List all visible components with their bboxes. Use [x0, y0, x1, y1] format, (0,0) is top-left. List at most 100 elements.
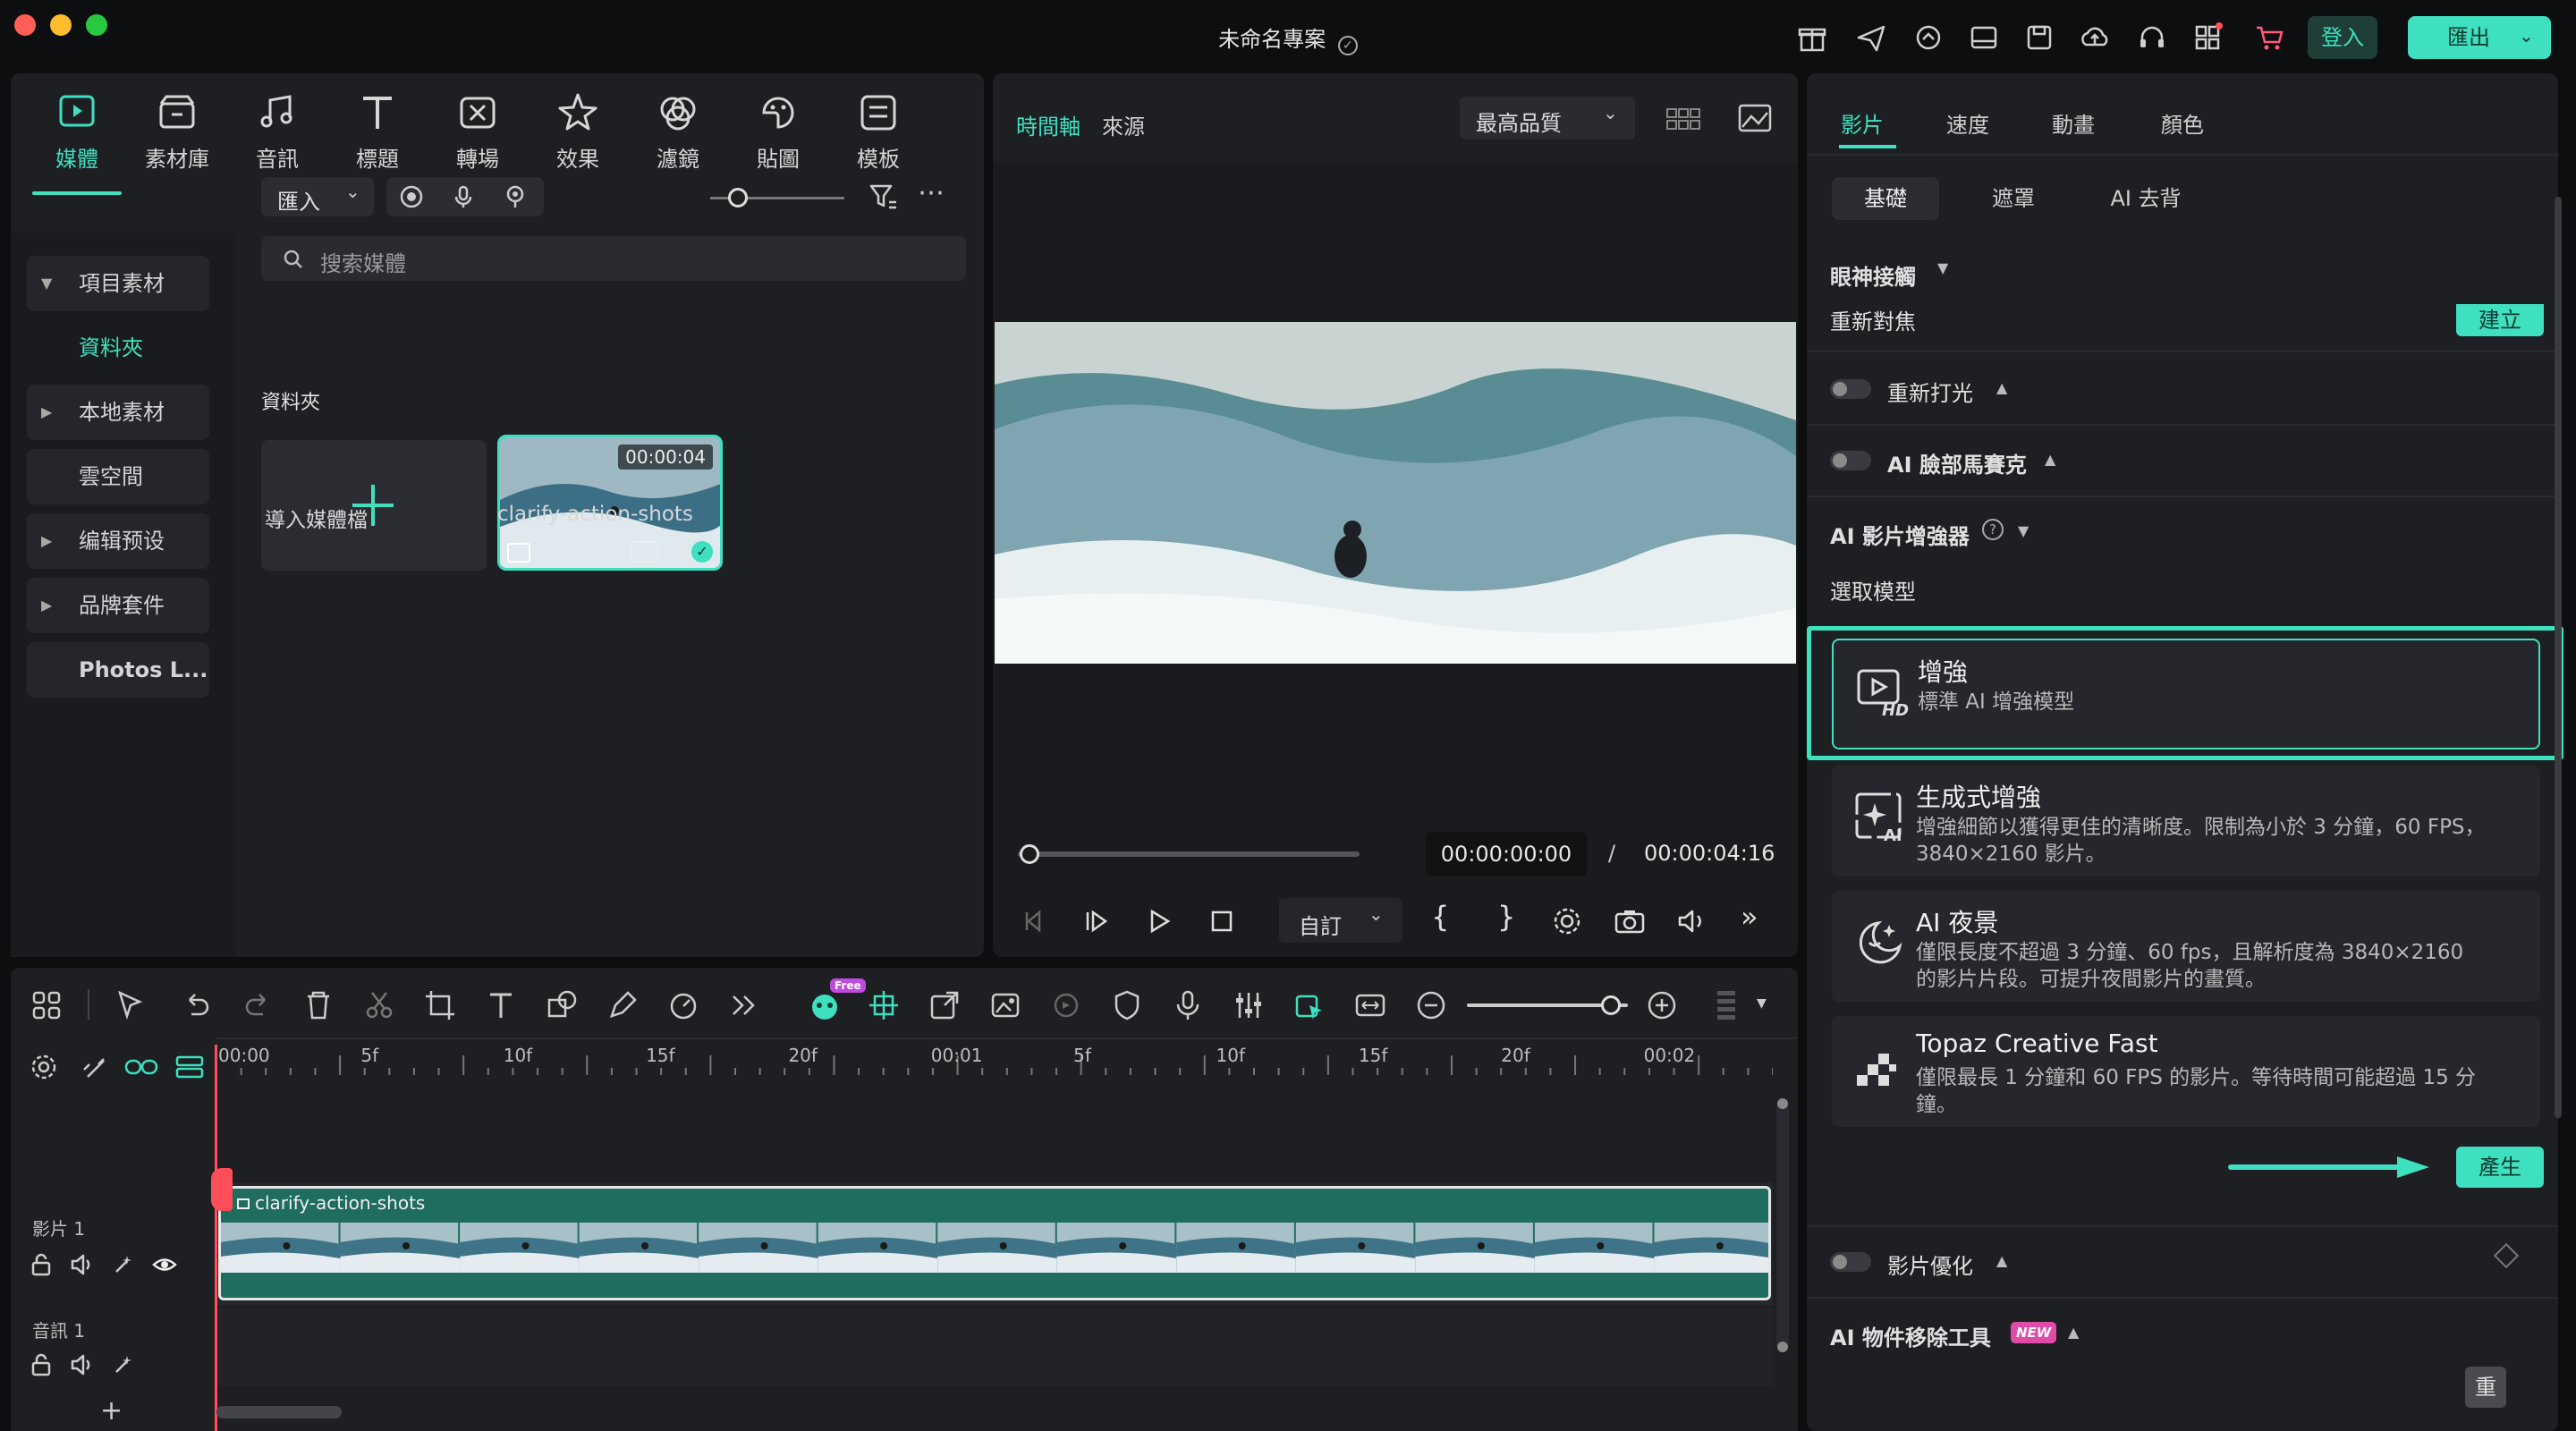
- sidebar-item-folder[interactable]: 資料夾: [27, 320, 209, 376]
- volume-icon[interactable]: [1676, 907, 1708, 936]
- tab-title[interactable]: 標題: [333, 82, 422, 190]
- select-tool-icon[interactable]: [113, 987, 148, 1023]
- smart-edit-icon[interactable]: [1292, 987, 1327, 1023]
- tab-sticker[interactable]: 貼圖: [733, 82, 823, 190]
- sidebar-item-brand-kit[interactable]: ▶ 品牌套件: [27, 578, 209, 633]
- props-scrollbar[interactable]: [2555, 197, 2562, 1118]
- model-card-enhance[interactable]: HD 增強 標準 AI 增強模型: [1832, 639, 2540, 749]
- model-card-night[interactable]: AI 夜景 僅限長度不超過 3 分鐘、60 fps，且解析度為 3840×216…: [1832, 891, 2540, 1002]
- subtab-ai-cutout[interactable]: AI 去背: [2079, 177, 2213, 220]
- zoom-in-icon[interactable]: [1644, 987, 1680, 1023]
- settings-icon[interactable]: [1551, 905, 1583, 937]
- eye-icon[interactable]: [152, 1252, 177, 1277]
- model-card-topaz[interactable]: Topaz Creative Fast 僅限最長 1 分鐘和 60 FPS 的影…: [1832, 1016, 2540, 1127]
- subtab-basic[interactable]: 基礎: [1832, 177, 1939, 220]
- grid-view-icon[interactable]: [1665, 106, 1701, 132]
- link-icon[interactable]: [123, 1052, 159, 1082]
- import-dropdown[interactable]: 匯入 ⌄: [261, 177, 374, 216]
- tab-animation[interactable]: 動畫: [2052, 107, 2095, 139]
- scrubber-handle[interactable]: [1020, 844, 1039, 864]
- tab-color[interactable]: 顏色: [2161, 107, 2204, 139]
- headset-icon[interactable]: [2134, 20, 2170, 55]
- magic-wand-icon[interactable]: [111, 1252, 136, 1277]
- generate-button[interactable]: 產生: [2456, 1147, 2544, 1188]
- layout-icon[interactable]: [1966, 20, 2002, 55]
- tab-media[interactable]: 媒體: [32, 82, 122, 190]
- record-screen-icon[interactable]: [399, 184, 424, 209]
- sidebar-item-local-media[interactable]: ▶ 本地素材: [27, 385, 209, 440]
- search-input[interactable]: 搜索媒體: [261, 236, 966, 281]
- create-button[interactable]: 建立: [2456, 304, 2544, 336]
- lock-icon[interactable]: [29, 1352, 54, 1377]
- face-mosaic-toggle[interactable]: [1830, 451, 1871, 470]
- track-link-icon[interactable]: [174, 1052, 206, 1082]
- caret-up-icon[interactable]: ▲: [1996, 1252, 2007, 1269]
- layout-grid-icon[interactable]: [29, 987, 64, 1023]
- previous-frame-icon[interactable]: [1020, 907, 1048, 936]
- play-icon[interactable]: [1145, 907, 1174, 936]
- magic-wand-icon[interactable]: [111, 1352, 136, 1377]
- apps-grid-icon[interactable]: [2190, 20, 2225, 55]
- shield-icon[interactable]: [1109, 987, 1145, 1023]
- tab-filter[interactable]: 濾鏡: [633, 82, 723, 190]
- cloud-sync-icon[interactable]: [1911, 20, 1946, 55]
- playhead[interactable]: [215, 1045, 217, 1431]
- speed-icon[interactable]: [665, 987, 701, 1023]
- timeline-zoom-slider[interactable]: [1467, 995, 1628, 1015]
- login-button[interactable]: 登入: [2308, 16, 2377, 59]
- audio-mixer-icon[interactable]: [1231, 987, 1267, 1023]
- tab-audio[interactable]: 音訊: [233, 82, 322, 190]
- reset-button[interactable]: 重: [2465, 1367, 2506, 1408]
- export-button[interactable]: 匯出 ⌄: [2408, 16, 2551, 59]
- caret-up-icon[interactable]: ▲: [2045, 451, 2055, 468]
- pen-icon[interactable]: [605, 987, 640, 1023]
- add-track-icon[interactable]: +: [100, 1395, 123, 1427]
- thumbnail-size-slider[interactable]: [710, 188, 844, 207]
- playback-scrubber[interactable]: [1018, 851, 1360, 857]
- caret-down-icon[interactable]: ▼: [2018, 522, 2029, 539]
- auto-beat-icon[interactable]: [866, 987, 902, 1023]
- caret-down-icon[interactable]: ▼: [1937, 259, 1948, 276]
- crop-icon[interactable]: [422, 987, 458, 1023]
- tab-template[interactable]: 模板: [834, 82, 923, 190]
- mic-record-icon[interactable]: [1170, 987, 1206, 1023]
- caret-up-icon[interactable]: ▲: [2068, 1324, 2079, 1341]
- next-frame-icon[interactable]: [1082, 907, 1111, 936]
- time-ruler[interactable]: [216, 1037, 1773, 1091]
- split-icon[interactable]: [361, 987, 397, 1023]
- cart-icon[interactable]: [2252, 20, 2288, 55]
- sidebar-item-project-media[interactable]: ▼ 項目素材: [27, 256, 209, 311]
- timeline-horizontal-scrollbar[interactable]: [216, 1406, 342, 1418]
- tab-effects[interactable]: 效果: [533, 82, 623, 190]
- gift-icon[interactable]: [1794, 20, 1830, 55]
- track-settings-icon[interactable]: [29, 1052, 59, 1082]
- camera-icon[interactable]: [1614, 907, 1646, 936]
- subtab-mask[interactable]: 遮罩: [1966, 177, 2061, 220]
- zoom-dropdown[interactable]: 自訂 ⌄: [1279, 898, 1402, 943]
- text-tool-icon[interactable]: [483, 987, 519, 1023]
- relight-toggle[interactable]: [1830, 379, 1871, 399]
- tab-video[interactable]: 影片: [1841, 107, 1884, 139]
- volume-icon[interactable]: [70, 1252, 95, 1277]
- unlink-icon[interactable]: [79, 1052, 109, 1082]
- motion-track-icon[interactable]: [1048, 987, 1084, 1023]
- tab-transition[interactable]: 轉場: [433, 82, 522, 190]
- zoom-out-icon[interactable]: [1413, 987, 1449, 1023]
- video-optimize-toggle[interactable]: [1830, 1252, 1871, 1272]
- quality-dropdown[interactable]: 最高品質 ⌄: [1460, 97, 1635, 140]
- tab-timeline[interactable]: 時間軸: [1016, 109, 1080, 140]
- delete-icon[interactable]: [301, 987, 336, 1023]
- tab-source[interactable]: 來源: [1102, 109, 1145, 140]
- tab-speed[interactable]: 速度: [1946, 107, 1989, 139]
- tab-stock[interactable]: 素材庫: [132, 82, 222, 190]
- timeline-vertical-scrollbar[interactable]: [1776, 1098, 1789, 1352]
- filter-icon[interactable]: [868, 181, 900, 213]
- shape-icon[interactable]: [544, 987, 580, 1023]
- send-icon[interactable]: [1853, 20, 1889, 55]
- redo-icon[interactable]: [240, 987, 275, 1023]
- mark-out-icon[interactable]: }: [1497, 900, 1515, 934]
- volume-icon[interactable]: [70, 1352, 95, 1377]
- more-controls-icon[interactable]: »: [1741, 900, 1758, 934]
- sidebar-item-edit-presets[interactable]: ▶ 编辑预设: [27, 513, 209, 569]
- video-preview[interactable]: [995, 322, 1796, 664]
